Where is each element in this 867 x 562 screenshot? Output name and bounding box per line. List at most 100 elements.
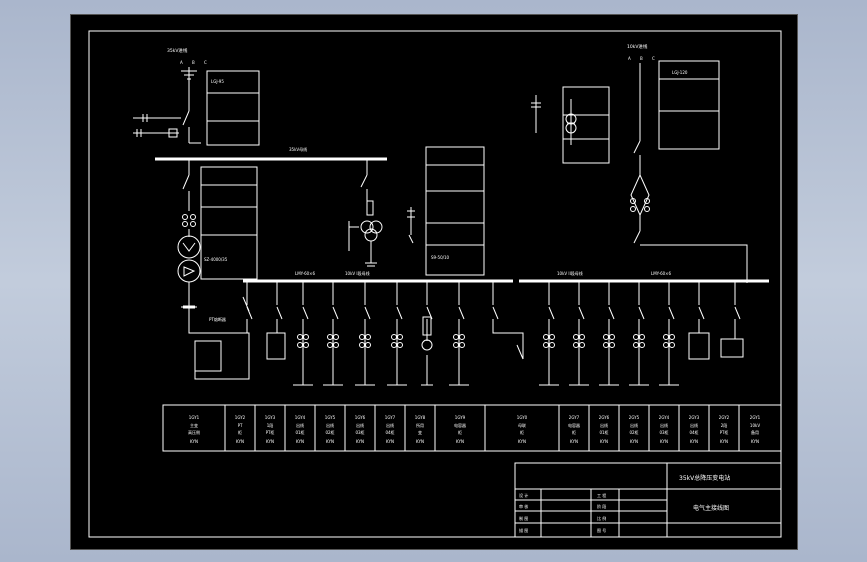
ct-circle xyxy=(303,334,309,340)
feeder-cell-text: 2GY1 xyxy=(750,415,761,420)
ct-circle xyxy=(663,334,669,340)
ct-circle xyxy=(391,334,397,340)
right-info-dividers xyxy=(659,78,719,112)
tb-left-3: 描 图 xyxy=(519,527,528,533)
ct-symbols xyxy=(297,334,675,348)
feeder-cell-text: KYN xyxy=(326,439,334,444)
feeder-cell-text: KYN xyxy=(751,439,759,444)
pt35-fuse xyxy=(366,200,374,216)
lv-incomer-box xyxy=(194,340,222,372)
right-incoming-label: 10kV进线 xyxy=(627,43,648,50)
feeder-cell-text: 电容器 xyxy=(454,422,466,428)
title-block-grid xyxy=(515,463,781,537)
feeder-cell-text: 出线 xyxy=(356,422,364,428)
feeder-cell-text: 出线 xyxy=(600,422,608,428)
feeder-cell-text: 04柜 xyxy=(385,429,394,435)
feeder-cell-text: KYN xyxy=(356,439,364,444)
ct-circle xyxy=(459,342,465,348)
drawing-title: 电气主接线图 xyxy=(693,504,729,512)
feeder-table xyxy=(162,404,782,452)
right-arrester-set xyxy=(531,95,575,145)
hv-lgj-label: LGJ-95 xyxy=(211,79,224,84)
feeder-cell-text: KYN xyxy=(690,439,698,444)
right-incoming-line xyxy=(630,63,650,217)
ct-circle xyxy=(669,342,675,348)
lgj2-label: LGJ-120 xyxy=(672,70,688,75)
ct-circle xyxy=(639,342,645,348)
feeder-cell-text: 1GY1 xyxy=(189,415,200,420)
feeder-cell-text: 柜 xyxy=(458,429,462,435)
ptfuse-label: PT熔断器 xyxy=(209,316,226,322)
ct-circle xyxy=(579,334,585,340)
ct-circle xyxy=(603,342,609,348)
feeder-cell-text: 2段 xyxy=(721,422,728,428)
feeder-cell-text: 出线 xyxy=(690,422,698,428)
feeder-cell-text: KYN xyxy=(600,439,608,444)
right-info-panel xyxy=(658,60,720,150)
ct-circle xyxy=(327,342,333,348)
main-wiring-diagram: 35kV进线 A B C LGJ-95 35kV母线 SZ-4000/35 S9… xyxy=(88,30,782,538)
phase-a: A xyxy=(180,60,183,65)
feeder-cell-text: KYN xyxy=(518,439,526,444)
ct-circle xyxy=(297,342,303,348)
ct-circle xyxy=(549,334,555,340)
feeder-cell-text: 1GY9 xyxy=(455,415,466,420)
ct-circle xyxy=(669,334,675,340)
feeder-cell-text: 出线 xyxy=(296,422,304,428)
feeder-cell-text: 出线 xyxy=(660,422,668,428)
feeder-cell-text: 1GY3 xyxy=(265,415,276,420)
feeder-cell-text: 03柜 xyxy=(355,429,364,435)
feeder-cell-text: 1GY8 xyxy=(415,415,426,420)
tr-info-panel xyxy=(200,166,258,280)
feeder-cell-text: 02柜 xyxy=(325,429,334,435)
tb-left-0: 设 计 xyxy=(519,492,528,498)
feeder-cell-text: 10kV xyxy=(750,423,760,428)
tb-mid-1: 阶 段 xyxy=(597,503,606,509)
pt35-branch xyxy=(360,159,368,203)
tb-mid-3: 图 号 xyxy=(597,527,606,533)
cable-right-label: LMY-60×6 xyxy=(651,271,672,276)
ct-circle xyxy=(303,342,309,348)
hv-incoming-line xyxy=(182,67,201,144)
feeder-cell-text: 柜 xyxy=(520,429,524,435)
ct-circle xyxy=(609,334,615,340)
ct-circle xyxy=(549,342,555,348)
ct-circle xyxy=(459,334,465,340)
ct-circle xyxy=(579,342,585,348)
feeder-cell-text: PT xyxy=(238,423,243,428)
tr-note: SZ-4000/35 xyxy=(204,257,228,262)
r-phase-c: C xyxy=(652,56,655,61)
feeder-cell-text: 1GY4 xyxy=(295,415,306,420)
ct-circle xyxy=(397,342,403,348)
feeder-cell-text: 1GY7 xyxy=(385,415,396,420)
feeder-cell-text: 2GY5 xyxy=(629,415,640,420)
side-branches xyxy=(133,117,181,134)
ct-circle xyxy=(603,334,609,340)
main-transformer-hv-winding xyxy=(177,235,201,259)
feeder-cell-text: KYN xyxy=(296,439,304,444)
bus10-1-label: 10kV I段母线 xyxy=(345,270,370,276)
feeder-cell-text: 出线 xyxy=(386,422,394,428)
feeder-cell-text: 母联 xyxy=(518,422,526,428)
feeder-cell-text: 1GY6 xyxy=(355,415,366,420)
feeder-cell-text: 02柜 xyxy=(629,429,638,435)
ct-circle xyxy=(633,342,639,348)
feeder-cell-text: 高压侧 xyxy=(188,429,200,435)
feeder-cell-text: 出线 xyxy=(630,422,638,428)
feeder-cell-text: PT柜 xyxy=(266,429,275,435)
bus10-2-label: 10kV II段母线 xyxy=(557,270,583,276)
r-phase-a: A xyxy=(628,56,631,61)
ct-circle xyxy=(359,342,365,348)
feeder-cell-text: 主变 xyxy=(190,422,198,428)
phase-c: C xyxy=(204,60,207,65)
tr-info-dividers xyxy=(201,184,257,236)
ct-circle xyxy=(633,334,639,340)
feeder-cell-text: 01柜 xyxy=(295,429,304,435)
ct-circle xyxy=(327,334,333,340)
feeder-cell-text: 1段 xyxy=(267,422,274,428)
bus35-label: 35kV母线 xyxy=(289,146,307,152)
ct-circle xyxy=(365,342,371,348)
hv-info-dividers xyxy=(207,92,259,122)
ct-circle xyxy=(573,342,579,348)
feeder-cell-text: 03柜 xyxy=(659,429,668,435)
